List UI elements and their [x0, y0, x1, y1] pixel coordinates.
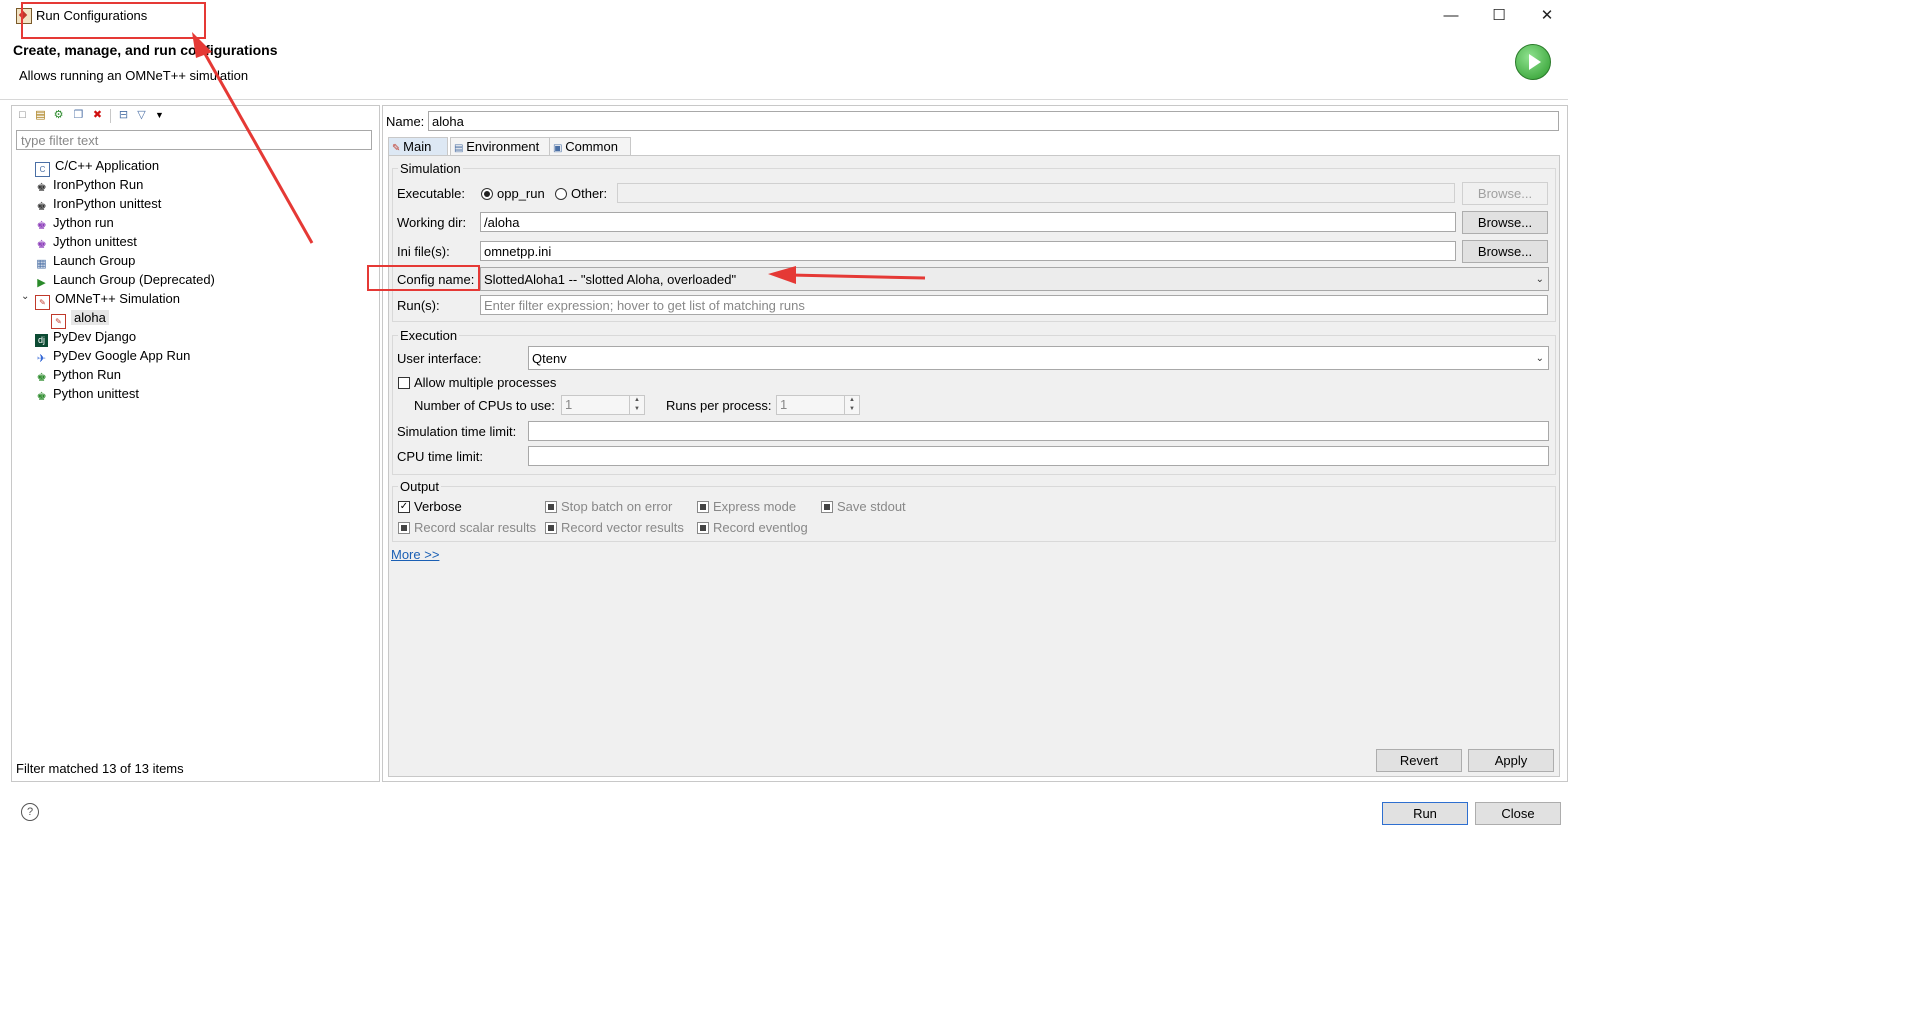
annotation-arrow-config	[768, 266, 926, 284]
annotation-arrows	[192, 32, 926, 284]
annotation-arrow-title	[192, 32, 314, 244]
